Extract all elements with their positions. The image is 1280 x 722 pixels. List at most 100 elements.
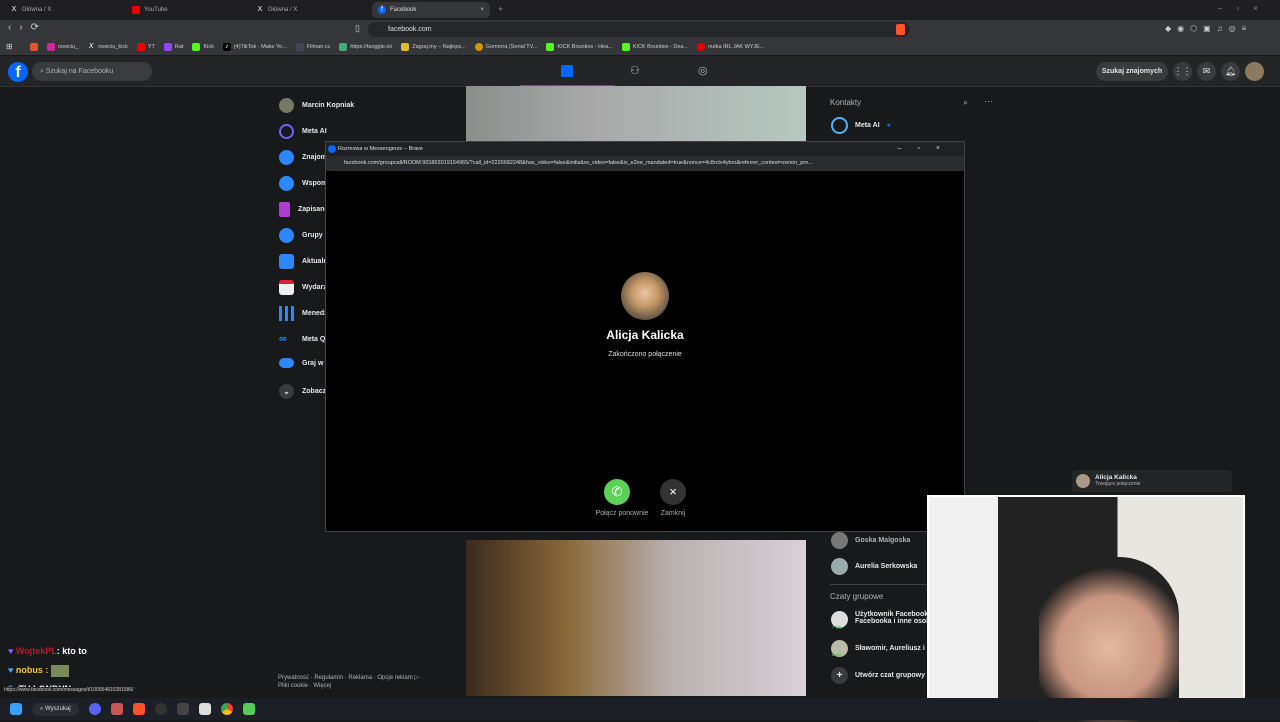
address-bar[interactable]: facebook.com <box>368 22 910 37</box>
find-friends-button[interactable]: Szukaj znajomych <box>1096 62 1168 81</box>
sidebar-label: Meta AI <box>302 128 327 135</box>
facebook-icon <box>328 145 336 153</box>
sidebar-label: Grupy <box>302 232 323 239</box>
group-chat-item[interactable]: Sławomir, Aureliusz i <box>831 640 925 657</box>
sidebar-item-groups[interactable]: Grupy <box>279 228 323 243</box>
bookmark[interactable]: ♪ (4)TikTok - Make Yo... <box>222 43 287 51</box>
avatar <box>831 532 848 549</box>
close-label: Zamknij <box>660 510 686 517</box>
nav-buttons[interactable]: ‹›⟳ <box>8 22 47 33</box>
bookmark[interactable]: KICK Bounties - Dea... <box>621 43 688 51</box>
search-icon[interactable]: ⌕ <box>963 97 968 108</box>
apps-icon[interactable]: ⊞ <box>6 42 13 51</box>
bookmarks-bar: ⊞ nowciu_ Xnowciu_kick YT Rat Kick ♪ (4)T… <box>0 39 1280 55</box>
bookmark[interactable]: YT <box>136 43 155 51</box>
group-chat-item[interactable]: Użytkownik Facebook Facebooka i inne osob… <box>831 611 934 628</box>
time-badge: 8 tyg. <box>832 652 843 657</box>
bookmark[interactable]: Kick <box>192 43 214 51</box>
tab-x-2[interactable]: X Główna / X <box>250 2 370 18</box>
bookmark[interactable]: KICK Bounties - Hea... <box>546 43 613 51</box>
bookmark[interactable]: Xnowciu_kick <box>87 43 128 51</box>
windows-taskbar: ⌕ Wyszukaj <box>0 698 1280 720</box>
sidebar-item-friends[interactable]: Znajomi <box>279 150 329 165</box>
close-call-button[interactable]: × <box>660 479 686 505</box>
youtube-icon <box>132 6 140 14</box>
extension-icons[interactable]: ◆◉⬡▣♫◎≡ <box>1165 24 1252 33</box>
snipping-tool-icon[interactable] <box>110 703 123 715</box>
window-controls[interactable]: –▫× <box>1218 4 1272 13</box>
bookmark[interactable] <box>30 43 38 51</box>
taskbar-search[interactable]: ⌕ Wyszukaj <box>32 702 79 716</box>
feed-post-image[interactable] <box>466 540 806 696</box>
bar-chart-icon <box>279 306 294 321</box>
contact-name: Aurelia Serkowska <box>855 563 918 570</box>
contact-name: Meta AI <box>855 122 880 129</box>
menu-grid-icon[interactable]: ⋮⋮ <box>1173 62 1192 81</box>
bookmark-icon <box>279 202 290 217</box>
feeds-icon <box>279 254 294 269</box>
streamer-webcam <box>927 495 1245 722</box>
groups-icon[interactable]: ◎ <box>698 64 708 77</box>
footer-links[interactable]: Prywatność · Regulamin · Reklama · Opcje… <box>278 674 423 690</box>
contact-item[interactable]: Goska Malgoska <box>831 532 910 549</box>
app-icon[interactable] <box>242 703 255 715</box>
emote-image <box>50 664 69 677</box>
profile-avatar[interactable] <box>1245 62 1264 81</box>
chat-message: ♥ nobus : <box>8 661 87 680</box>
facebook-logo[interactable]: f <box>8 62 28 82</box>
bookmark[interactable]: https://tanggle.io/ <box>339 43 392 51</box>
bookmark[interactable]: Zagraj.my – Najleps... <box>401 43 466 51</box>
x-icon: X <box>11 6 17 13</box>
facebook-search-input[interactable]: ⌕ Szukaj na Facebooku <box>32 62 152 81</box>
discord-icon[interactable] <box>88 703 101 715</box>
messenger-call-window: Rozmowa w Messengerze – Brave –▫× facebo… <box>325 141 965 532</box>
bookmark[interactable]: Rat <box>163 43 183 51</box>
more-options-icon[interactable]: ··· <box>984 96 993 106</box>
redial-button[interactable]: ✆ <box>604 479 630 505</box>
contact-item[interactable]: Aurelia Serkowska <box>831 558 917 575</box>
brave-shield-icon[interactable] <box>896 24 905 35</box>
home-icon[interactable] <box>561 65 573 77</box>
sidebar-item-profile[interactable]: Marcin Kopniak <box>279 98 354 113</box>
sidebar-item-saved[interactable]: Zapisane <box>279 202 328 217</box>
bookmark[interactable]: nutka IRL JAK WYJE... <box>697 43 764 51</box>
app-icon[interactable] <box>198 703 211 715</box>
terminal-icon[interactable] <box>176 703 189 715</box>
windows-start-icon[interactable] <box>10 703 22 715</box>
bookmark[interactable]: nowciu_ <box>47 43 78 51</box>
window-controls[interactable]: –▫× <box>898 142 956 156</box>
group-chat-name: Użytkownik Facebook Facebooka i inne osob… <box>855 611 935 625</box>
meta-ai-icon <box>831 117 848 134</box>
bookmark[interactable]: Filman.cc <box>295 43 330 51</box>
sidebar-item-meta-ai[interactable]: Meta AI <box>279 124 327 139</box>
contacts-title: Kontakty <box>830 98 862 107</box>
bookmark-icon[interactable]: ▯ <box>355 23 360 34</box>
popup-address-bar[interactable]: facebook.com/groupcall/ROOM:901863019154… <box>326 156 964 171</box>
tab-x-1[interactable]: X Główna / X <box>4 2 124 18</box>
close-icon: × <box>669 484 677 499</box>
create-group-label: Utwórz czat grupowy <box>855 672 926 679</box>
sidebar-label: Zapisane <box>298 206 329 213</box>
groups-icon <box>279 228 294 243</box>
new-tab-button[interactable]: + <box>498 4 503 14</box>
sidebar-label: Marcin Kopniak <box>302 102 355 109</box>
ongoing-call-bar[interactable]: Alicja Kalicka Trwające połączenie <box>1072 470 1232 492</box>
tab-facebook[interactable]: f Facebook × <box>372 2 490 18</box>
caller-name: Alicja Kalicka <box>1095 474 1137 481</box>
friends-icon[interactable]: ⚇ <box>630 64 640 77</box>
bookmark[interactable]: Gomorra (Serial TV... <box>474 43 537 51</box>
close-tab-icon[interactable]: × <box>480 7 484 13</box>
tab-bar: X Główna / X YouTube X Główna / X f Faceboo… <box>0 0 1280 20</box>
feed-post-image[interactable] <box>466 86 806 142</box>
notifications-bell-icon[interactable]: 🔔︎ <box>1221 62 1240 81</box>
avatar <box>1076 474 1090 488</box>
messenger-icon[interactable]: ✉ <box>1197 62 1216 81</box>
contact-meta-ai[interactable]: Meta AI ● <box>831 117 891 134</box>
chrome-icon[interactable] <box>220 703 233 715</box>
brave-icon[interactable] <box>132 703 145 715</box>
friends-icon <box>279 150 294 165</box>
obs-icon[interactable] <box>154 703 167 715</box>
tab-youtube[interactable]: YouTube <box>126 2 246 18</box>
create-group-chat-button[interactable]: + Utwórz czat grupowy <box>831 667 925 684</box>
verified-icon: ● <box>886 122 891 129</box>
